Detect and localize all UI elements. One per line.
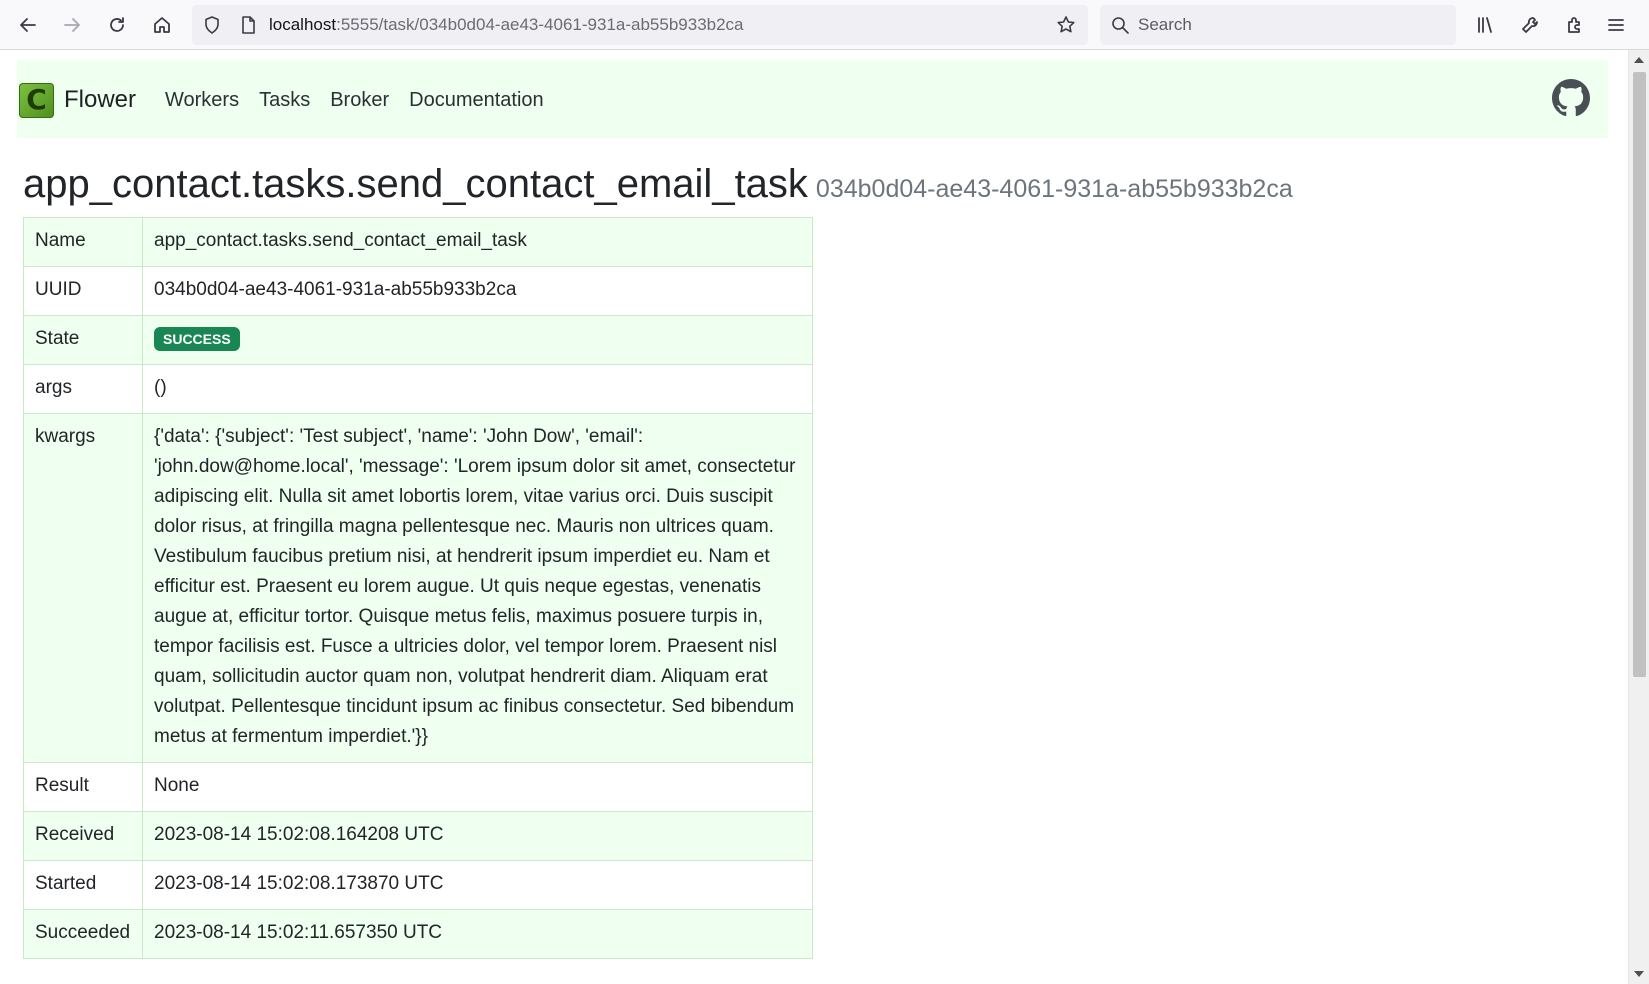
nav-links: Workers Tasks Broker Documentation <box>165 87 564 113</box>
table-row: kwargs {'data': {'subject': 'Test subjec… <box>23 413 813 763</box>
table-row: args () <box>23 364 813 414</box>
forward-button[interactable] <box>56 9 88 41</box>
library-icon <box>1478 17 1492 33</box>
table-row: Started 2023-08-14 15:02:08.173870 UTC <box>23 860 813 910</box>
table-row: UUID 034b0d04-ae43-4061-931a-ab55b933b2c… <box>23 266 813 316</box>
task-succeeded-value: 2023-08-14 15:02:11.657350 UTC <box>142 909 813 959</box>
extensions-button[interactable] <box>1559 9 1591 41</box>
home-button[interactable] <box>146 9 178 41</box>
table-row: State SUCCESS <box>23 315 813 365</box>
task-info-table: Name app_contact.tasks.send_contact_emai… <box>23 217 813 959</box>
scrollbar-thumb[interactable] <box>1633 72 1646 677</box>
page-scrollbar[interactable] <box>1628 50 1649 984</box>
puzzle-icon <box>1568 17 1580 33</box>
table-row: Succeeded 2023-08-14 15:02:11.657350 UTC <box>23 909 813 959</box>
task-uuid-value: 034b0d04-ae43-4061-931a-ab55b933b2ca <box>142 266 813 316</box>
scroll-down-icon[interactable] <box>1634 971 1644 977</box>
task-started-value: 2023-08-14 15:02:08.173870 UTC <box>142 860 813 910</box>
page-title: app_contact.tasks.send_contact_email_tas… <box>23 160 1293 213</box>
brand-link[interactable]: C Flower <box>19 82 136 118</box>
star-icon[interactable] <box>1056 15 1076 35</box>
back-button[interactable] <box>12 9 44 41</box>
app-navbar: C Flower Workers Tasks Broker Documentat… <box>17 60 1608 138</box>
browser-toolbar: localhost:5555/task/034b0d04-ae43-4061-9… <box>0 0 1649 50</box>
row-label: State <box>23 315 143 365</box>
url-bar[interactable]: localhost:5555/task/034b0d04-ae43-4061-9… <box>192 5 1088 45</box>
task-uuid-subtitle: 034b0d04-ae43-4061-931a-ab55b933b2ca <box>815 175 1293 203</box>
row-label: kwargs <box>23 413 143 763</box>
github-icon[interactable] <box>1552 79 1590 117</box>
library-button[interactable] <box>1469 9 1501 41</box>
tools-button[interactable] <box>1514 9 1546 41</box>
search-icon <box>1110 15 1130 35</box>
search-placeholder: Search <box>1138 15 1192 34</box>
url-host: localhost <box>269 15 337 34</box>
nav-link-broker[interactable]: Broker <box>330 87 389 113</box>
page-icon[interactable] <box>238 15 258 35</box>
reload-button[interactable] <box>101 9 133 41</box>
row-label: args <box>23 364 143 414</box>
url-text[interactable]: localhost:5555/task/034b0d04-ae43-4061-9… <box>269 15 744 35</box>
shield-icon[interactable] <box>202 15 222 35</box>
home-icon <box>154 17 170 33</box>
search-bar[interactable]: Search <box>1100 5 1456 45</box>
scroll-up-icon[interactable] <box>1634 57 1644 63</box>
nav-link-tasks[interactable]: Tasks <box>259 87 310 113</box>
menu-button[interactable] <box>1603 9 1629 41</box>
task-args-value: () <box>142 364 813 414</box>
row-label: Started <box>23 860 143 910</box>
url-path: :5555/task/034b0d04-ae43-4061-931a-ab55b… <box>336 15 744 34</box>
brand-name: Flower <box>64 86 137 113</box>
row-label: Succeeded <box>23 909 143 959</box>
arrow-right-icon <box>64 18 80 32</box>
task-received-value: 2023-08-14 15:02:08.164208 UTC <box>142 811 813 861</box>
task-kwargs-value: {'data': {'subject': 'Test subject', 'na… <box>142 413 813 763</box>
arrow-left-icon <box>20 18 36 32</box>
flower-logo-icon: C <box>19 82 54 118</box>
table-row: Received 2023-08-14 15:02:08.164208 UTC <box>23 811 813 861</box>
hamburger-icon <box>1608 19 1624 31</box>
table-row: Name app_contact.tasks.send_contact_emai… <box>23 217 813 267</box>
status-badge: SUCCESS <box>154 326 240 351</box>
nav-link-documentation[interactable]: Documentation <box>409 87 544 113</box>
row-label: UUID <box>23 266 143 316</box>
wrench-icon <box>1522 17 1538 33</box>
task-state-cell: SUCCESS <box>142 315 813 365</box>
nav-link-workers[interactable]: Workers <box>165 87 239 113</box>
logo-letter: C <box>26 83 47 116</box>
task-name-value: app_contact.tasks.send_contact_email_tas… <box>142 217 813 267</box>
row-label: Result <box>23 762 143 812</box>
task-name-heading: app_contact.tasks.send_contact_email_tas… <box>23 162 808 206</box>
table-row: Result None <box>23 762 813 812</box>
row-label: Received <box>23 811 143 861</box>
reload-icon <box>110 17 124 32</box>
row-label: Name <box>23 217 143 267</box>
task-result-value: None <box>142 762 813 812</box>
